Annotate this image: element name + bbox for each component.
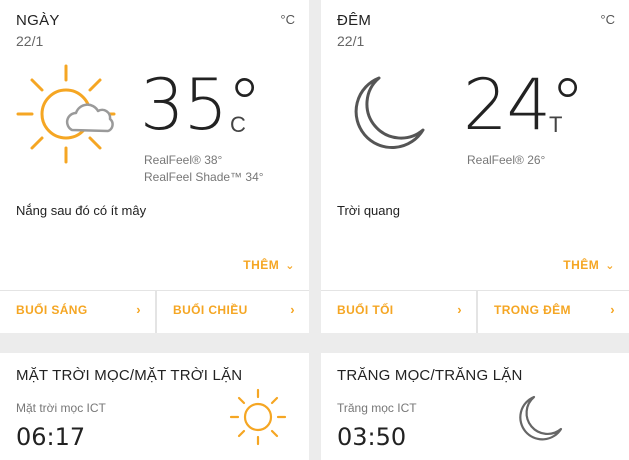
night-more-link[interactable]: THÊM ⌄ <box>563 258 615 272</box>
tab-morning-label: BUỔI SÁNG <box>16 303 88 317</box>
day-unit: °C <box>280 12 295 27</box>
moonrise-section-title: TRĂNG MỌC/TRĂNG LẶN <box>337 367 523 384</box>
night-description: Trời quang <box>337 203 400 218</box>
day-realfeel-shade: RealFeel Shade™ 34° <box>144 170 264 184</box>
tab-afternoon[interactable]: BUỔI CHIỀU › <box>157 291 309 331</box>
tab-morning[interactable]: BUỔI SÁNG › <box>0 291 155 331</box>
chevron-right-icon: › <box>610 302 615 317</box>
moon-icon <box>354 76 425 149</box>
night-unit: °C <box>600 12 615 27</box>
moonrise-time: 03:50 <box>337 423 407 451</box>
sun-partly-cloudy-icon <box>16 64 116 164</box>
moonrise-label: Trăng mọc ICT <box>337 401 417 415</box>
day-more-link[interactable]: THÊM ⌄ <box>243 258 295 272</box>
day-temperature-unit: C <box>230 112 246 137</box>
night-label: ĐÊM <box>337 12 372 29</box>
day-realfeel: RealFeel® 38° <box>144 153 223 167</box>
day-date: 22/1 <box>16 33 44 49</box>
chevron-right-icon: › <box>457 302 462 317</box>
tab-evening[interactable]: BUỔI TỐI › <box>321 291 476 331</box>
night-more-label: THÊM <box>563 258 600 272</box>
day-realfeel-block: RealFeel® 38° RealFeel Shade™ 34° <box>144 152 264 186</box>
chevron-right-icon: › <box>290 302 295 317</box>
night-temperature-unit: T <box>549 112 563 137</box>
night-forecast-card: ĐÊM 22/1 °C 24° T RealFeel® 26° Trời qua… <box>321 0 629 333</box>
chevron-right-icon: › <box>136 302 141 317</box>
night-realfeel-block: RealFeel® 26° <box>467 152 545 169</box>
moonrise-moonset-card: TRĂNG MỌC/TRĂNG LẶN Trăng mọc ICT 03:50 <box>321 353 629 460</box>
tab-overnight-label: TRONG ĐÊM <box>494 303 571 317</box>
day-more-label: THÊM <box>243 258 280 272</box>
chevron-down-icon: ⌄ <box>605 260 615 272</box>
night-realfeel: RealFeel® 26° <box>467 153 546 167</box>
sunrise-time: 06:17 <box>16 423 86 451</box>
tab-overnight[interactable]: TRONG ĐÊM › <box>478 291 629 331</box>
sun-icon <box>229 388 287 446</box>
day-description: Nắng sau đó có ít mây <box>16 203 147 218</box>
day-label: NGÀY <box>16 12 60 29</box>
night-temperature: 24° <box>463 64 585 146</box>
day-forecast-card: NGÀY 22/1 °C 35° C RealFeel® 38° RealFee… <box>0 0 309 333</box>
night-date: 22/1 <box>337 33 365 49</box>
sunrise-section-title: MẶT TRỜI MỌC/MẶT TRỜI LẶN <box>16 367 243 384</box>
chevron-down-icon: ⌄ <box>285 260 295 272</box>
sunrise-label: Mặt trời mọc ICT <box>16 401 106 415</box>
sunrise-sunset-card: MẶT TRỜI MỌC/MẶT TRỜI LẶN Mặt trời mọc I… <box>0 353 309 460</box>
tab-afternoon-label: BUỔI CHIỀU <box>173 303 248 317</box>
tab-evening-label: BUỔI TỐI <box>337 303 394 317</box>
moon-icon <box>519 395 563 441</box>
